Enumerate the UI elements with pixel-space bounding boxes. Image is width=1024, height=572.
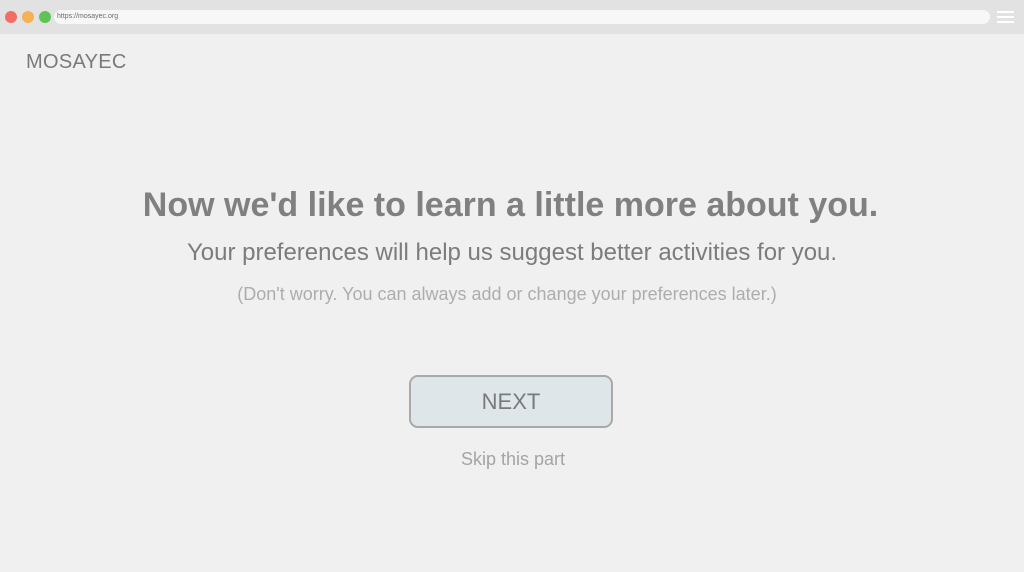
maximize-window-icon[interactable] bbox=[39, 11, 51, 23]
address-bar[interactable]: https://mosayec.org bbox=[54, 10, 990, 24]
next-button[interactable]: NEXT bbox=[409, 375, 613, 428]
minimize-window-icon[interactable] bbox=[22, 11, 34, 23]
hamburger-menu-icon[interactable] bbox=[997, 11, 1014, 23]
intro-section: Now we'd like to learn a little more abo… bbox=[0, 186, 1024, 305]
close-window-icon[interactable] bbox=[5, 11, 17, 23]
page-subheading: Your preferences will help us suggest be… bbox=[186, 239, 838, 266]
reassurance-note: (Don't worry. You can always add or chan… bbox=[237, 284, 777, 304]
site-logo[interactable]: MOSAYEC bbox=[26, 51, 127, 74]
browser-bar: https://mosayec.org bbox=[0, 0, 1024, 34]
page-headline: Now we'd like to learn a little more abo… bbox=[142, 186, 879, 224]
skip-this-part-link[interactable]: Skip this part bbox=[0, 449, 1024, 470]
